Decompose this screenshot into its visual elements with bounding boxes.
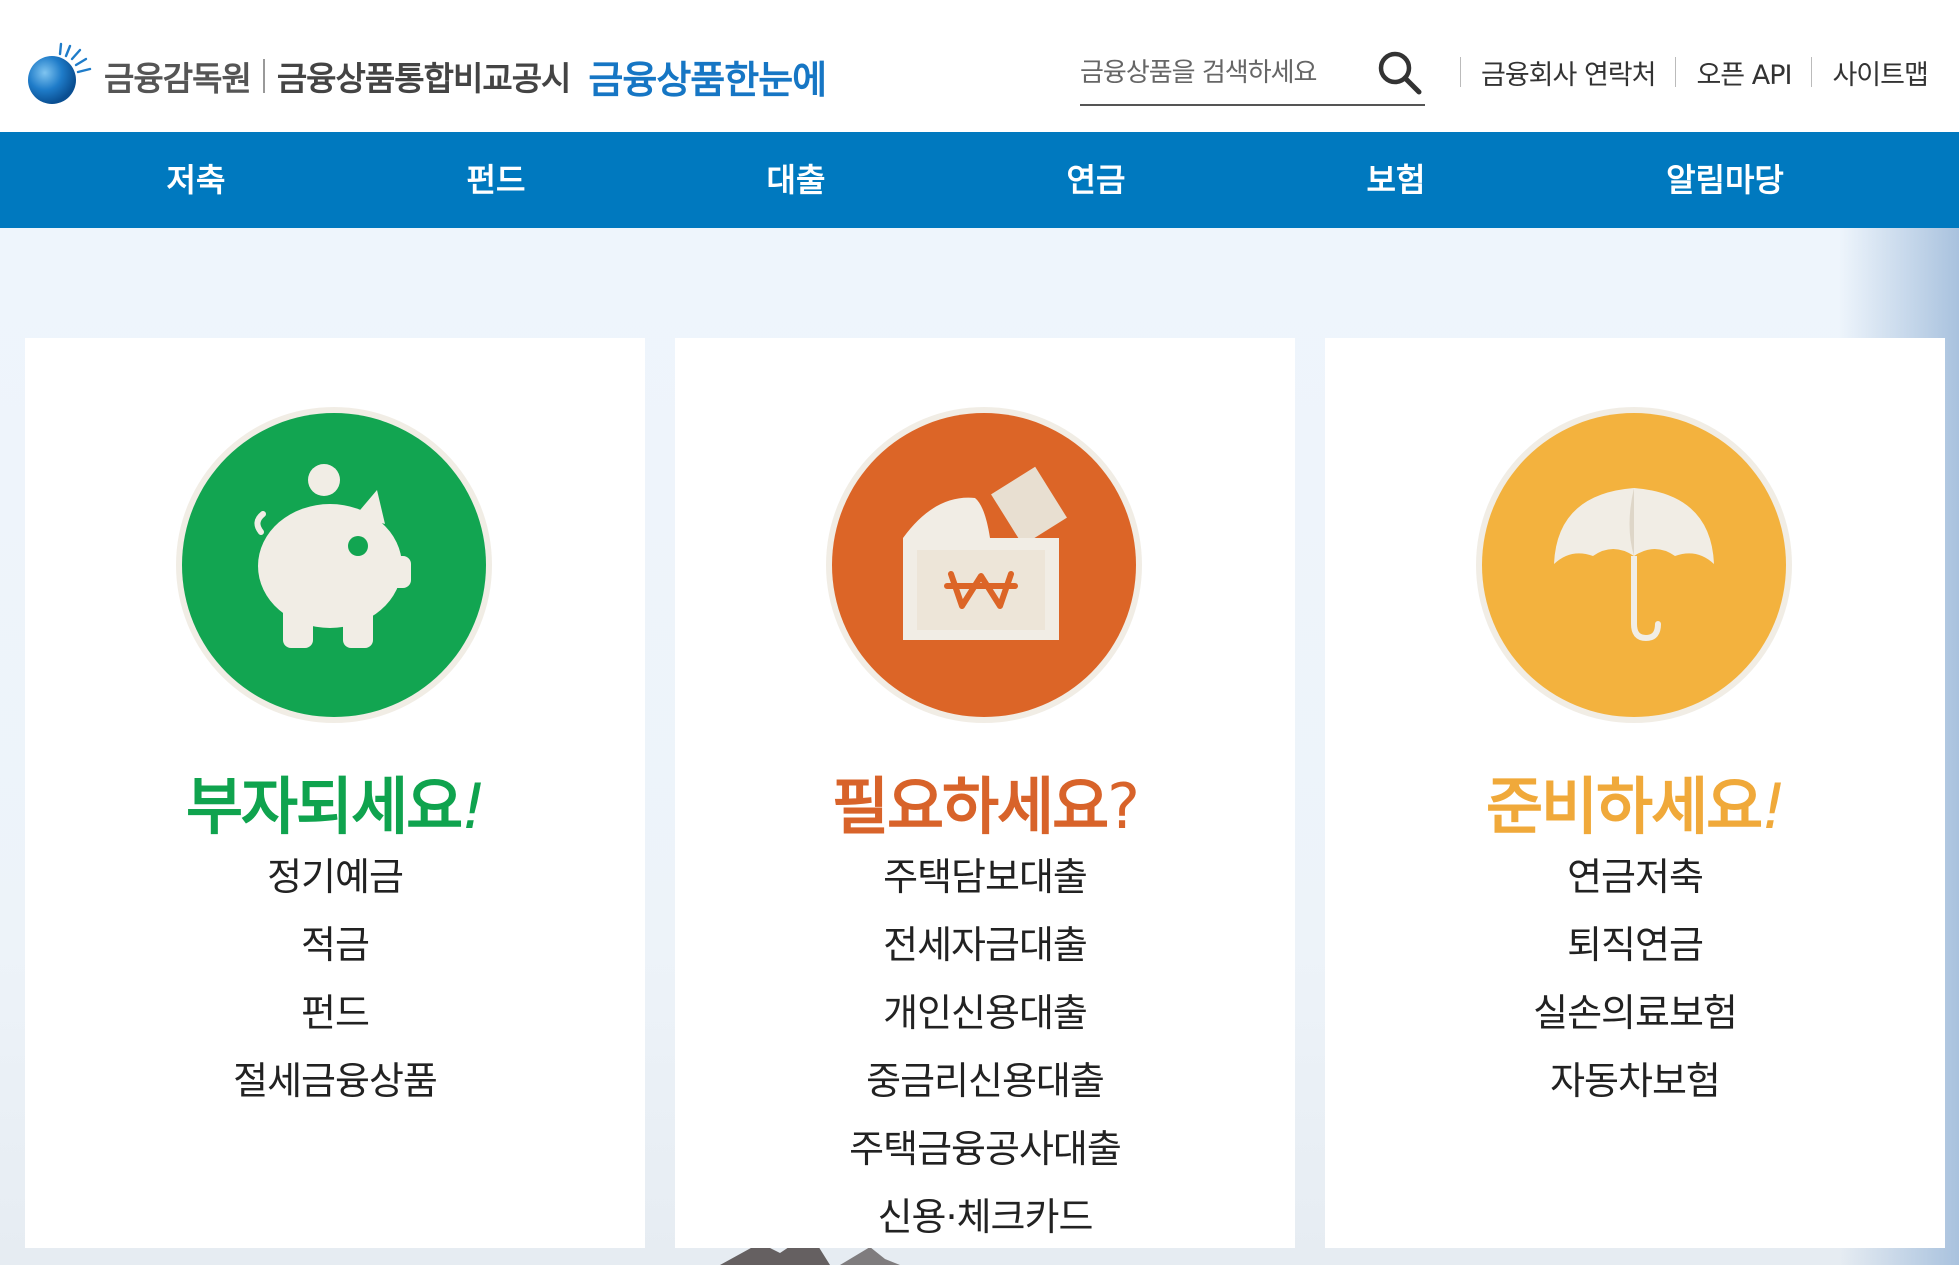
list-item[interactable]: 개인신용대출: [675, 979, 1295, 1047]
logo-divider: [262, 59, 265, 93]
won-envelope-icon: [826, 407, 1142, 723]
list-item[interactable]: 연금저축: [1325, 843, 1945, 911]
link-company-contacts[interactable]: 금융회사 연락처: [1481, 53, 1656, 92]
umbrella-icon: [1476, 407, 1792, 723]
link-open-api[interactable]: 오픈 API: [1696, 53, 1792, 92]
card-title: 필요하세요: [831, 770, 1109, 843]
nav-item-insurance[interactable]: 보험: [1350, 132, 1442, 228]
nav-item-loans[interactable]: 대출: [750, 132, 842, 228]
list-item[interactable]: 실손의료보험: [1325, 979, 1945, 1047]
site-logo[interactable]: 금융감독원 금융상품통합비교공시 금융상품한눈에: [22, 40, 827, 112]
site-name: 금융상품통합비교공시: [276, 59, 572, 98]
card-heading-pension: 준비하세요!: [1325, 756, 1945, 846]
card-loans: 필요하세요? 주택담보대출 전세자금대출 개인신용대출 중금리신용대출 주택금융…: [675, 338, 1295, 1248]
hero-section: 부자되세요! 정기예금 적금 펀드 절세금융상품 필요하세요? 주택담보대출 전…: [0, 228, 1959, 1265]
card-savings: 부자되세요! 정기예금 적금 펀드 절세금융상품: [25, 338, 645, 1248]
list-item[interactable]: 신용·체크카드: [675, 1183, 1295, 1251]
search-icon[interactable]: [1375, 48, 1425, 98]
utility-links: 금융회사 연락처 오픈 API 사이트맵: [1440, 52, 1929, 92]
list-item[interactable]: 주택금융공사대출: [675, 1115, 1295, 1183]
card-heading-savings: 부자되세요!: [25, 756, 645, 846]
list-item[interactable]: 펀드: [25, 979, 645, 1047]
nav-item-pension[interactable]: 연금: [1050, 132, 1142, 228]
card-title: 부자되세요: [185, 770, 463, 843]
main-nav: 저축 펀드 대출 연금 보험 알림마당: [0, 132, 1959, 228]
globe-logo-icon: [28, 42, 92, 104]
card-list-savings: 정기예금 적금 펀드 절세금융상품: [25, 843, 645, 1115]
nav-item-notice[interactable]: 알림마당: [1650, 132, 1800, 228]
util-divider: [1675, 57, 1677, 87]
card-pension: 준비하세요! 연금저축 퇴직연금 실손의료보험 자동차보험: [1325, 338, 1945, 1248]
list-item[interactable]: 정기예금: [25, 843, 645, 911]
nav-item-savings[interactable]: 저축: [150, 132, 242, 228]
list-item[interactable]: 전세자금대출: [675, 911, 1295, 979]
util-divider: [1811, 57, 1813, 87]
card-title: 준비하세요: [1485, 770, 1763, 843]
list-item[interactable]: 절세금융상품: [25, 1047, 645, 1115]
list-item[interactable]: 퇴직연금: [1325, 911, 1945, 979]
card-title-punct: ?: [1107, 770, 1140, 843]
card-heading-loans: 필요하세요?: [675, 756, 1295, 846]
util-divider: [1460, 57, 1461, 87]
card-list-loans: 주택담보대출 전세자금대출 개인신용대출 중금리신용대출 주택금융공사대출 신용…: [675, 843, 1295, 1251]
list-item[interactable]: 주택담보대출: [675, 843, 1295, 911]
search-input[interactable]: [1080, 58, 1360, 88]
card-title-punct: !: [1761, 770, 1786, 843]
piggy-bank-icon: [176, 407, 492, 723]
site-header: 금융감독원 금융상품통합비교공시 금융상품한눈에 금융회사 연락처 오픈 API…: [0, 0, 1959, 132]
org-name: 금융감독원: [104, 59, 252, 98]
nav-item-funds[interactable]: 펀드: [450, 132, 542, 228]
brand-name: 금융상품한눈에: [588, 57, 827, 102]
list-item[interactable]: 자동차보험: [1325, 1047, 1945, 1115]
list-item[interactable]: 적금: [25, 911, 645, 979]
search-box: [1080, 42, 1425, 106]
card-list-pension: 연금저축 퇴직연금 실손의료보험 자동차보험: [1325, 843, 1945, 1115]
link-sitemap[interactable]: 사이트맵: [1832, 53, 1928, 92]
card-title-punct: !: [461, 770, 486, 843]
list-item[interactable]: 중금리신용대출: [675, 1047, 1295, 1115]
